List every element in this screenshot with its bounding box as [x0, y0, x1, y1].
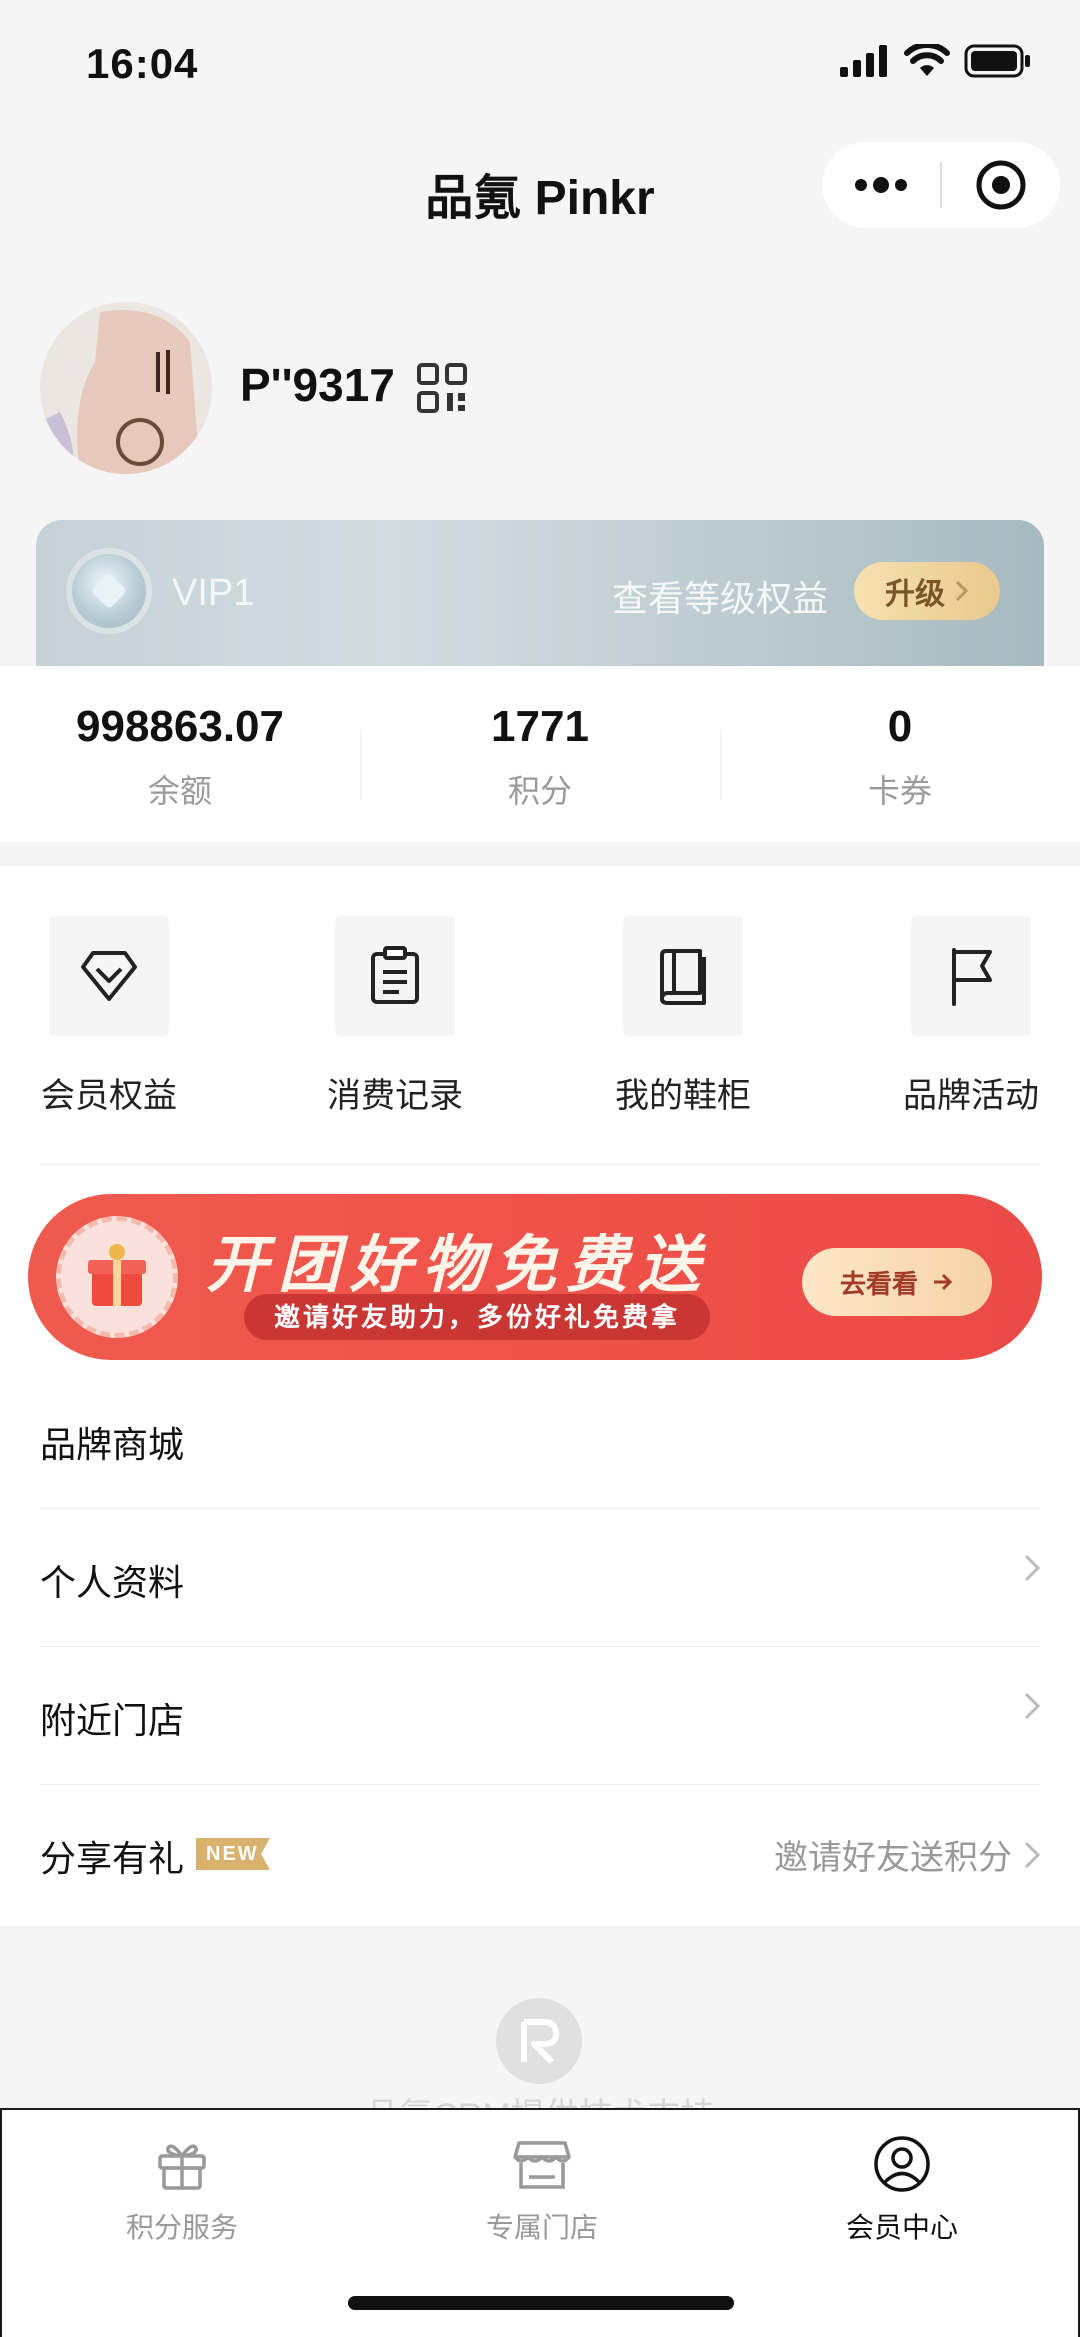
book-icon	[660, 949, 706, 1005]
grid-icon-box	[623, 916, 743, 1036]
list-right: 邀请好友送积分	[774, 1830, 1040, 1879]
stat-value: 0	[887, 702, 913, 751]
arrow-right-icon	[934, 1273, 953, 1291]
grid-label: 消费记录	[327, 1077, 463, 1115]
new-badge: NEW	[196, 1838, 270, 1870]
wifi-icon	[904, 44, 950, 76]
list-right	[1024, 1554, 1040, 1582]
user-icon	[874, 2136, 930, 2192]
gift-icon	[158, 2144, 206, 2190]
promo-banner[interactable]: 开团好物免费送 邀请好友助力，多份好礼免费拿 去看看	[28, 1194, 1042, 1360]
tab-label: 会员中心	[845, 2212, 958, 2243]
avatar-image	[40, 302, 212, 474]
target-close-icon	[976, 160, 1026, 210]
feature-grid: 会员权益 消费记录 我的鞋柜 品牌活动	[0, 916, 1080, 1136]
chevron-right-icon	[1024, 1841, 1040, 1868]
stat-label: 积分	[507, 773, 572, 809]
crm-logo-icon	[496, 1998, 582, 2084]
username: P''9317	[240, 359, 395, 411]
grid-item-purchase-records[interactable]: 消费记录	[300, 916, 490, 1117]
grid-label: 我的鞋柜	[615, 1077, 751, 1115]
list-item-nearby-stores[interactable]: 附近门店	[0, 1646, 1080, 1784]
diamond-icon	[81, 951, 137, 1001]
banner-button-label: 去看看	[839, 1268, 918, 1299]
tab-icon	[782, 2128, 1022, 2200]
grid-item-shoe-cabinet[interactable]: 我的鞋柜	[588, 916, 778, 1117]
grid-icon-box	[49, 916, 169, 1036]
battery-icon	[964, 44, 1030, 78]
tab-label: 积分服务	[125, 2212, 238, 2243]
gift-box-icon	[56, 1216, 178, 1338]
more-button[interactable]	[822, 142, 940, 228]
status-bar: 16:04	[0, 0, 1080, 130]
clipboard-icon	[371, 946, 419, 1004]
upgrade-button[interactable]: 升级	[854, 562, 1000, 620]
stat-balance[interactable]: 998863.07 余额	[0, 666, 360, 842]
list-label: 分享有礼	[40, 1838, 185, 1879]
grid-icon-box	[911, 916, 1031, 1036]
chevron-right-icon	[1024, 1554, 1040, 1582]
grid-item-member-benefits[interactable]: 会员权益	[14, 916, 204, 1117]
tab-exclusive-stores[interactable]: 专属门店	[422, 2128, 662, 2246]
tab-points-service[interactable]: 积分服务	[62, 2128, 302, 2246]
list-item-share-rewards[interactable]: 分享有礼 NEW 邀请好友送积分	[0, 1784, 1080, 1922]
banner-go-button[interactable]: 去看看	[802, 1248, 992, 1316]
stat-value: 998863.07	[76, 702, 284, 751]
signal-icon	[840, 45, 887, 77]
list-label: 品牌商城	[40, 1424, 185, 1465]
grid-label: 品牌活动	[903, 1077, 1039, 1115]
banner-title: 开团好物免费送	[206, 1231, 711, 1300]
status-icons	[840, 44, 1032, 78]
stat-value: 1771	[491, 702, 589, 751]
list-item-profile[interactable]: 个人资料	[0, 1508, 1080, 1646]
grid-item-brand-events[interactable]: 品牌活动	[876, 916, 1066, 1117]
stat-points[interactable]: 1771 积分	[360, 666, 720, 842]
stats-row: 998863.07 余额 1771 积分 0 卡券	[0, 666, 1080, 842]
tab-member-center[interactable]: 会员中心	[782, 2128, 1022, 2246]
list-right	[1024, 1692, 1040, 1720]
vip-gem-icon	[72, 554, 146, 628]
home-indicator	[348, 2296, 734, 2310]
grid-icon-box	[335, 916, 455, 1036]
tab-icon	[62, 2128, 302, 2200]
grid-label: 会员权益	[41, 1077, 177, 1115]
store-icon	[513, 2141, 571, 2189]
chevron-right-icon	[955, 580, 969, 602]
vip-card[interactable]: VIP1 查看等级权益 升级	[36, 520, 1044, 666]
list-item-brand-mall[interactable]: 品牌商城	[0, 1370, 1080, 1508]
banner-subtitle: 邀请好友助力，多份好礼免费拿	[244, 1294, 711, 1340]
upgrade-label: 升级	[885, 578, 945, 611]
vip-level: VIP1	[172, 572, 255, 614]
status-time: 16:04	[86, 40, 199, 87]
divider	[40, 1164, 1040, 1165]
chevron-right-icon	[1024, 1692, 1040, 1720]
close-button[interactable]	[942, 142, 1060, 228]
stat-coupons[interactable]: 0 卡券	[720, 666, 1080, 842]
tab-label: 专属门店	[485, 2212, 598, 2243]
qr-code-icon[interactable]	[416, 362, 468, 419]
stat-label: 余额	[147, 773, 212, 809]
flag-icon	[952, 948, 992, 1006]
tab-icon	[422, 2128, 662, 2200]
mini-program-capsule	[822, 142, 1060, 228]
more-dots-icon	[855, 177, 907, 193]
list-label: 附近门店	[40, 1700, 185, 1741]
main-panel: 会员权益 消费记录 我的鞋柜 品牌活动 开团好物免费送 邀请好友助力，多份好礼免…	[0, 866, 1080, 1926]
list-right-text: 邀请好友送积分	[774, 1839, 1012, 1877]
avatar[interactable]	[40, 302, 212, 474]
vip-benefits-link[interactable]: 查看等级权益	[612, 570, 828, 622]
stat-label: 卡券	[867, 773, 932, 809]
list-label: 个人资料	[40, 1562, 185, 1603]
